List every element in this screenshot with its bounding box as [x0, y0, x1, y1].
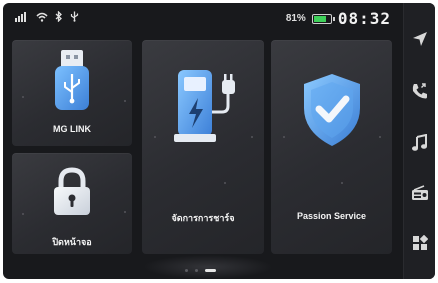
- tile-screen-off[interactable]: ปิดหน้าจอ: [12, 153, 132, 254]
- tile-label: MG LINK: [53, 124, 91, 134]
- status-icons: [15, 11, 79, 22]
- lock-icon: [54, 167, 90, 215]
- battery-percent: 81%: [285, 13, 306, 24]
- clock: 08:32: [337, 9, 391, 28]
- navigation-icon: [413, 32, 427, 46]
- status-right: 81% 08:32: [286, 9, 391, 28]
- music-icon: [412, 134, 427, 151]
- phone-icon: [412, 83, 427, 99]
- apps-icon: [413, 235, 428, 250]
- bottom-glow: [143, 255, 273, 279]
- tile-label: จัดการการชาร์จ: [171, 213, 235, 223]
- rail-phone[interactable]: [410, 81, 430, 101]
- shield-check-icon: [304, 74, 360, 146]
- infotainment-screen: 81% 08:32 MG LINK ปิดหน้าจอ จัดการการชาร…: [3, 3, 435, 279]
- radio-icon: [412, 185, 428, 200]
- rail-music[interactable]: [410, 133, 430, 153]
- tile-passion-service[interactable]: Passion Service: [271, 40, 392, 254]
- status-bar: 81% 08:32: [3, 3, 403, 33]
- rail-apps[interactable]: [410, 233, 430, 253]
- usb-icon: [70, 11, 79, 22]
- page-dot[interactable]: [185, 269, 188, 272]
- page-indicator: [185, 269, 216, 272]
- usb-drive-icon: [55, 50, 89, 110]
- wifi-icon: [36, 12, 48, 22]
- bluetooth-icon: [55, 11, 62, 22]
- tile-mg-link[interactable]: MG LINK: [12, 40, 132, 146]
- page-dot[interactable]: [195, 269, 198, 272]
- tile-label: ปิดหน้าจอ: [52, 237, 92, 247]
- rail-radio[interactable]: [410, 183, 430, 203]
- rail-navigation[interactable]: [410, 29, 430, 49]
- tile-label: Passion Service: [296, 211, 367, 221]
- signal-icon: [15, 11, 26, 22]
- battery-icon: [311, 13, 335, 24]
- ev-charger-icon: [174, 70, 235, 142]
- tile-charging-management[interactable]: จัดการการชาร์จ: [142, 40, 264, 254]
- battery-level-fill: [313, 15, 327, 22]
- page-dot-active[interactable]: [205, 269, 216, 272]
- side-rail: [403, 3, 435, 279]
